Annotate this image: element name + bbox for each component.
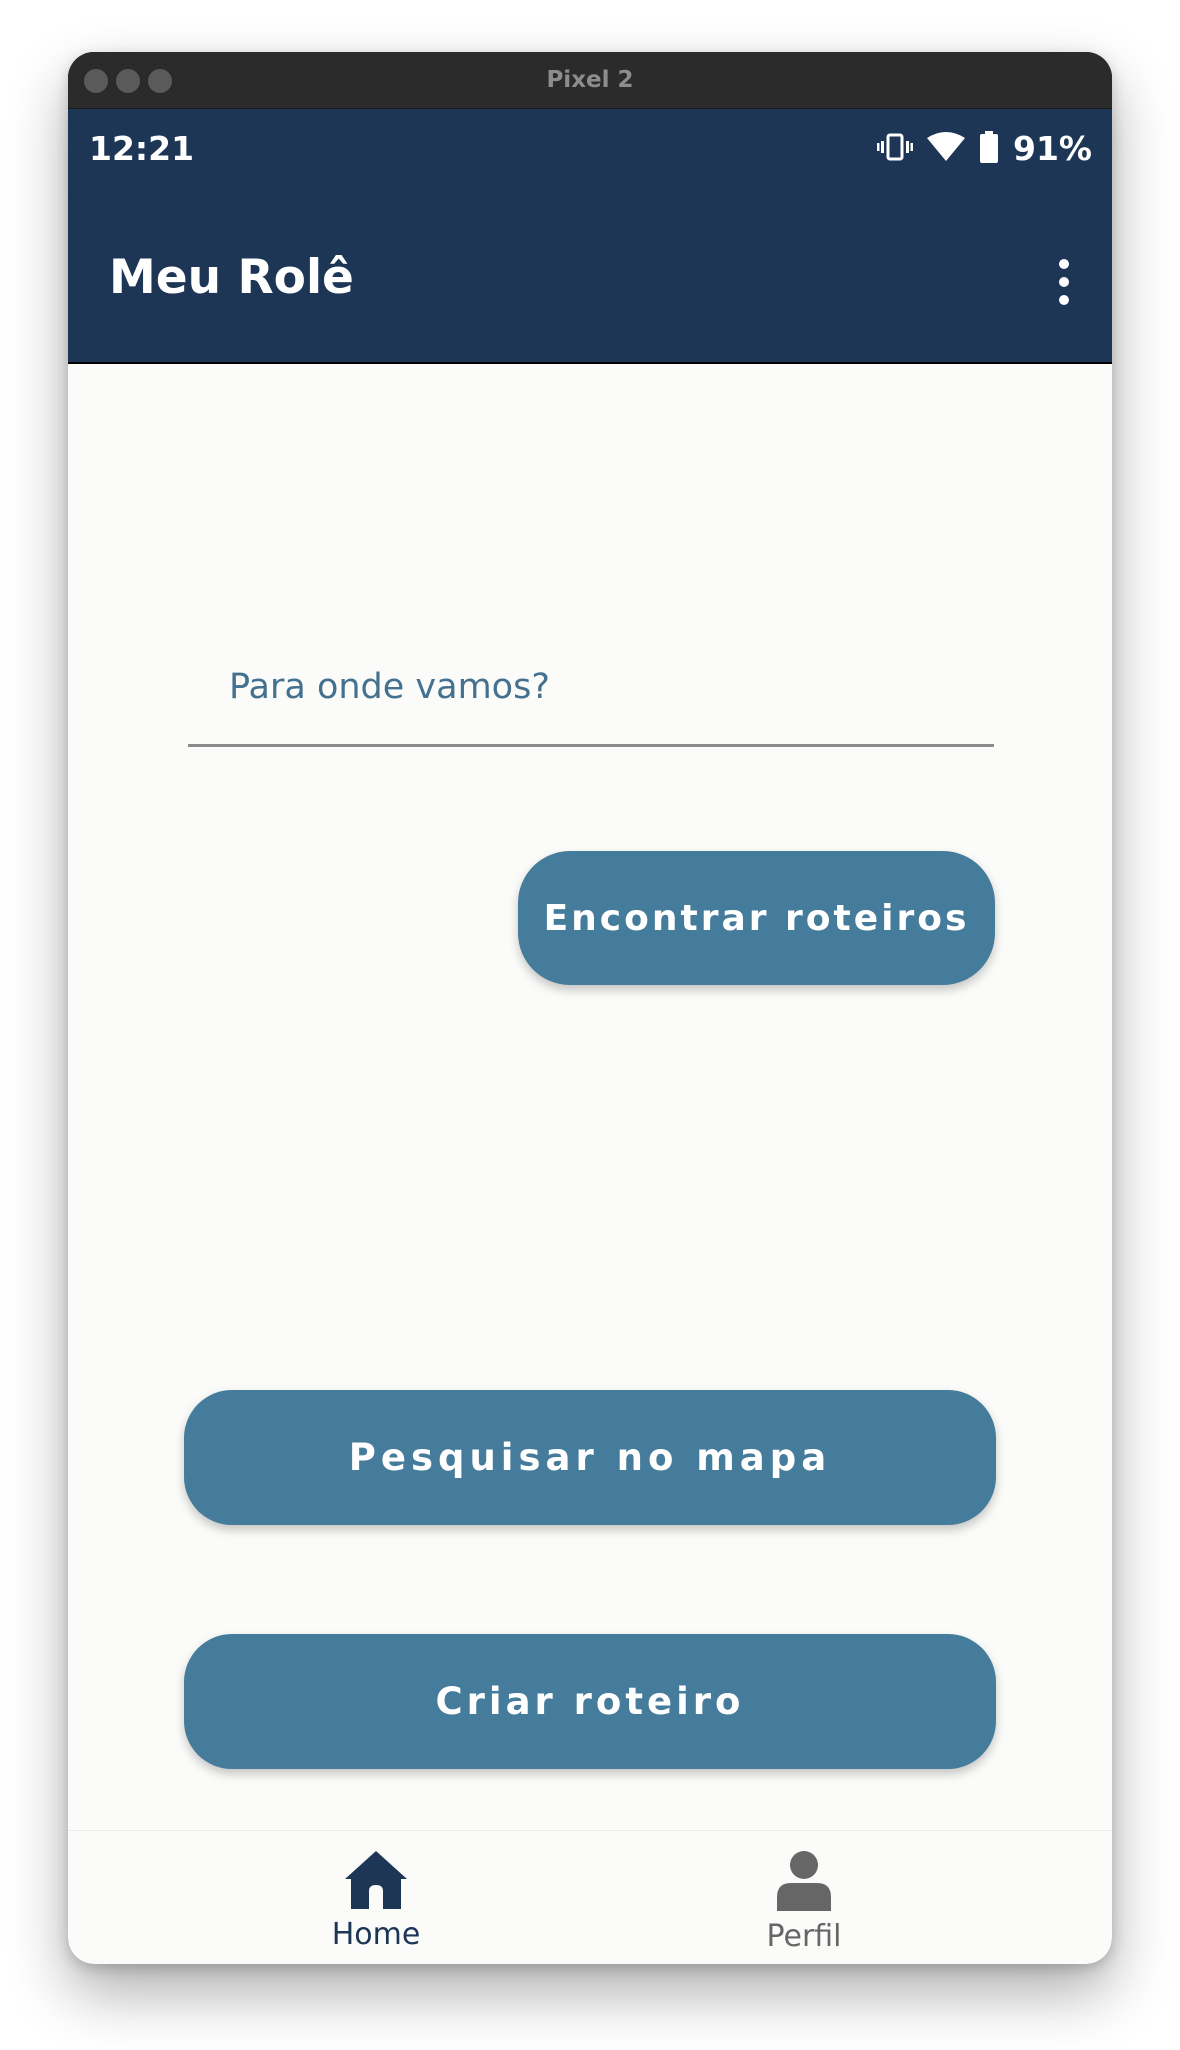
- search-field: [188, 644, 994, 747]
- nav-item-home[interactable]: Home: [276, 1851, 476, 1961]
- search-input[interactable]: [188, 644, 994, 744]
- more-vert-icon[interactable]: [1052, 258, 1076, 306]
- nav-label-home: Home: [331, 1917, 421, 1952]
- battery-percent: 91%: [1013, 129, 1092, 168]
- device-window: Pixel 2 12:21 91% Meu Rolê Para onde vam…: [68, 52, 1112, 1964]
- window-titlebar: Pixel 2: [68, 52, 1112, 109]
- create-route-button[interactable]: Criar roteiro: [184, 1634, 996, 1769]
- wifi-icon: [927, 131, 965, 166]
- status-time: 12:21: [89, 129, 195, 168]
- home-icon: [276, 1851, 476, 1913]
- home-content: Encontrar roteiros Pesquisar no mapa Cri…: [68, 364, 1112, 1830]
- find-routes-button[interactable]: Encontrar roteiros: [518, 851, 995, 985]
- app-title: Meu Rolê: [109, 250, 354, 305]
- search-map-button[interactable]: Pesquisar no mapa: [184, 1390, 996, 1525]
- battery-icon: [979, 130, 999, 167]
- nav-item-profile[interactable]: Perfil: [704, 1851, 904, 1961]
- status-bar: 12:21 91%: [68, 109, 1112, 196]
- vibrate-icon: [877, 132, 913, 166]
- bottom-navigation: Home Perfil: [68, 1830, 1112, 1964]
- nav-label-profile: Perfil: [766, 1919, 842, 1954]
- window-title: Pixel 2: [546, 67, 634, 93]
- person-icon: [704, 1851, 904, 1915]
- app-bar: Meu Rolê: [68, 196, 1112, 362]
- status-icons: 91%: [877, 129, 1092, 168]
